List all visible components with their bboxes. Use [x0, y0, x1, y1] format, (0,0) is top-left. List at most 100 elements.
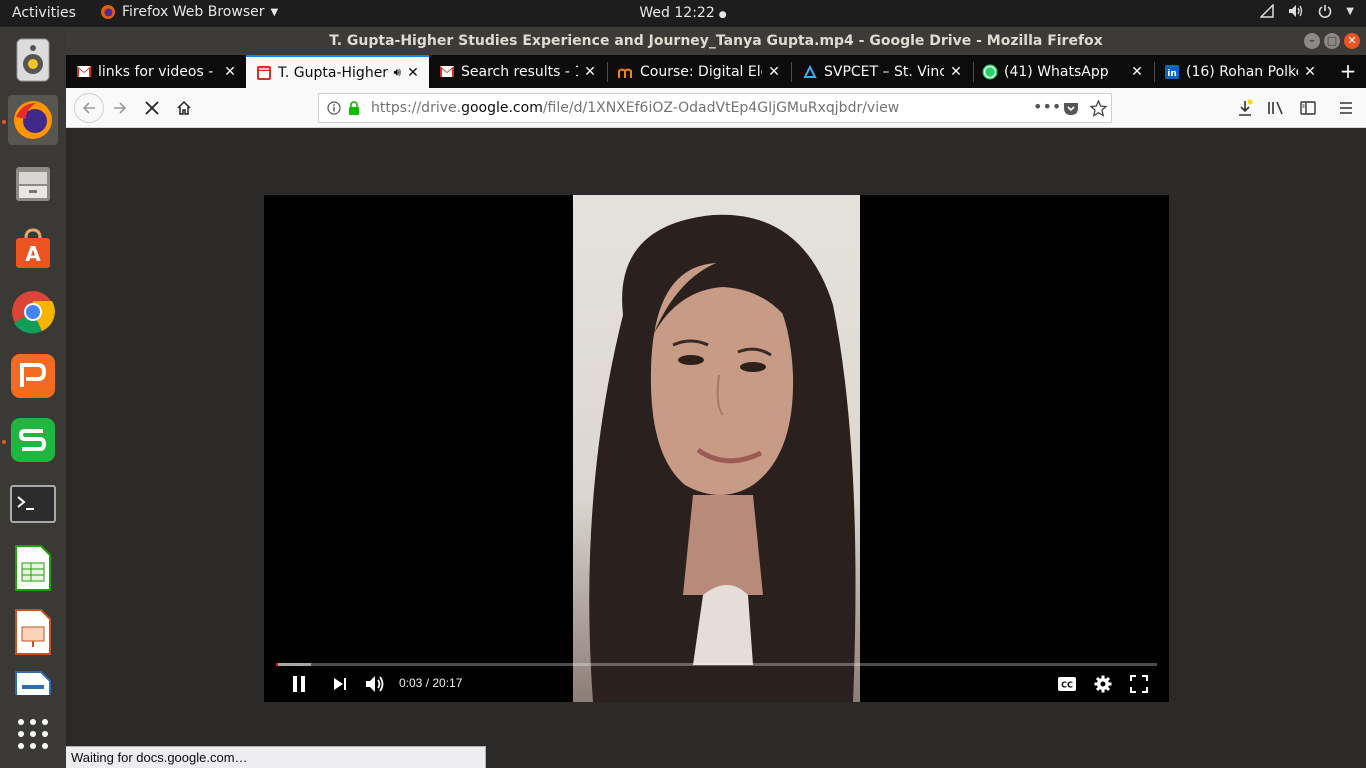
firefox-icon [101, 5, 115, 19]
clock[interactable]: Wed 12:22 [639, 5, 714, 21]
pause-button[interactable] [286, 671, 312, 697]
speaker-app-icon [16, 38, 50, 82]
chevron-down-icon: ▼ [270, 6, 279, 18]
menu-button[interactable] [1332, 94, 1360, 122]
tab-links-for-videos[interactable]: links for videos - k ✕ [66, 55, 246, 88]
speaker-playing-icon[interactable]: 🔊︎ [393, 65, 401, 80]
tab-linkedin[interactable]: in (16) Rohan Polkey ✕ [1154, 55, 1326, 88]
network-icon [1260, 4, 1275, 18]
dock-terminal[interactable] [8, 479, 58, 529]
tab-t-gupta-video[interactable]: T. Gupta-Higher 🔊︎ ✕ [246, 55, 429, 88]
close-tab-icon[interactable]: ✕ [766, 64, 782, 80]
video-file-icon [256, 65, 272, 81]
dock-libreoffice-writer[interactable] [8, 671, 58, 695]
back-button[interactable] [74, 93, 104, 123]
spreadsheet-document-icon [15, 545, 51, 591]
stop-button[interactable] [138, 94, 166, 122]
minimize-button[interactable]: – [1304, 33, 1320, 49]
dock-software[interactable]: A [8, 223, 58, 273]
gmail-icon [76, 64, 92, 80]
system-tray[interactable]: ▼ [1260, 4, 1354, 18]
page-actions-icon[interactable]: ••• [1033, 97, 1061, 116]
home-icon [177, 100, 191, 115]
sidebar-button[interactable] [1294, 94, 1322, 122]
video-progress-bar[interactable] [276, 663, 1157, 666]
tab-label: (16) Rohan Polkey [1186, 63, 1298, 80]
app-grid-icon [18, 719, 48, 749]
dock-firefox[interactable] [8, 95, 58, 145]
arrow-right-icon [114, 102, 127, 114]
next-button[interactable] [327, 671, 353, 697]
firefox-icon [14, 101, 52, 139]
captions-button[interactable]: CC [1054, 671, 1080, 697]
app-menu[interactable]: Firefox Web Browser ▼ [100, 4, 278, 20]
file-cabinet-icon [16, 167, 50, 201]
tab-label: links for videos - k [98, 63, 218, 80]
url-text: https://drive.google.com/file/d/1XNXEf6i… [371, 100, 900, 116]
arrow-left-icon [82, 102, 95, 114]
tab-label: Search results - 10 [461, 63, 578, 80]
dock-files[interactable] [8, 159, 58, 209]
minimize-icon: – [1309, 34, 1315, 47]
close-tab-icon[interactable]: ✕ [1302, 64, 1318, 80]
close-icon: ✕ [1347, 34, 1357, 47]
download-arrow-icon [1239, 99, 1253, 116]
window-title: T. Gupta-Higher Studies Experience and J… [329, 33, 1103, 49]
close-tab-icon[interactable]: ✕ [405, 65, 421, 81]
tab-course-digital-electronics[interactable]: Course: Digital Ele ✕ [608, 55, 790, 88]
bookmark-star-icon[interactable] [1090, 100, 1107, 117]
dock-wps-spreadsheets[interactable] [8, 415, 58, 465]
video-frame[interactable] [573, 195, 860, 702]
dock-wps-presentation[interactable] [8, 351, 58, 401]
stop-x-icon [145, 101, 159, 115]
home-button[interactable] [170, 94, 198, 122]
shopping-bag-icon: A [16, 228, 50, 268]
close-window-button[interactable]: ✕ [1344, 33, 1360, 49]
mute-button[interactable] [362, 671, 388, 697]
app-menu-label: Firefox Web Browser [122, 4, 265, 20]
gnome-top-bar: Activities Firefox Web Browser ▼ Wed 12:… [0, 0, 1366, 27]
url-bar[interactable]: https://drive.google.com/file/d/1XNXEf6i… [318, 93, 1112, 123]
activities-button[interactable]: Activities [12, 5, 76, 21]
hamburger-menu-icon [1340, 102, 1352, 114]
dock-libreoffice-calc[interactable] [8, 543, 58, 593]
time-display: 0:03 / 20:17 [399, 676, 463, 690]
notification-dot-icon: ● [718, 10, 727, 20]
close-tab-icon[interactable]: ✕ [948, 64, 964, 80]
forward-button[interactable] [106, 94, 134, 122]
downloads-button[interactable] [1231, 94, 1259, 122]
dock-chrome[interactable] [8, 287, 58, 337]
lock-icon[interactable] [347, 100, 361, 116]
maximize-button[interactable]: □ [1324, 33, 1340, 49]
running-indicator [2, 120, 6, 124]
navigation-toolbar: https://drive.google.com/file/d/1XNXEf6i… [66, 88, 1366, 128]
maximize-icon: □ [1326, 34, 1338, 47]
tab-whatsapp[interactable]: (41) WhatsApp ✕ [972, 55, 1153, 88]
close-tab-icon[interactable]: ✕ [582, 64, 598, 80]
tab-svpcet[interactable]: SVPCET – St. Vince ✕ [792, 55, 972, 88]
volume-icon [1289, 5, 1303, 17]
tab-label: (41) WhatsApp [1004, 63, 1109, 80]
dock-libreoffice-impress[interactable] [8, 607, 58, 657]
new-tab-button[interactable]: + [1334, 59, 1362, 83]
settings-button[interactable] [1090, 671, 1116, 697]
tab-label: T. Gupta-Higher [278, 64, 389, 81]
pocket-icon[interactable] [1063, 101, 1079, 116]
moodle-icon [618, 64, 634, 80]
window-titlebar[interactable]: T. Gupta-Higher Studies Experience and J… [66, 27, 1366, 55]
dock-rhythmbox[interactable] [8, 35, 58, 85]
sidebar-icon [1300, 101, 1316, 115]
wps-spreadsheet-icon [11, 418, 55, 462]
library-button[interactable] [1262, 94, 1290, 122]
info-icon[interactable] [327, 101, 341, 115]
close-tab-icon[interactable]: ✕ [1129, 64, 1145, 80]
skip-next-icon [334, 678, 346, 690]
tab-strip: links for videos - k ✕ T. Gupta-Higher 🔊… [66, 55, 1366, 88]
running-indicator [2, 440, 6, 444]
power-icon [1319, 5, 1332, 18]
fullscreen-button[interactable] [1126, 671, 1152, 697]
video-player[interactable]: 0:03 / 20:17 CC [264, 195, 1169, 702]
close-tab-icon[interactable]: ✕ [222, 64, 238, 80]
show-applications-button[interactable] [8, 709, 58, 759]
tab-search-results[interactable]: Search results - 10 ✕ [429, 55, 606, 88]
